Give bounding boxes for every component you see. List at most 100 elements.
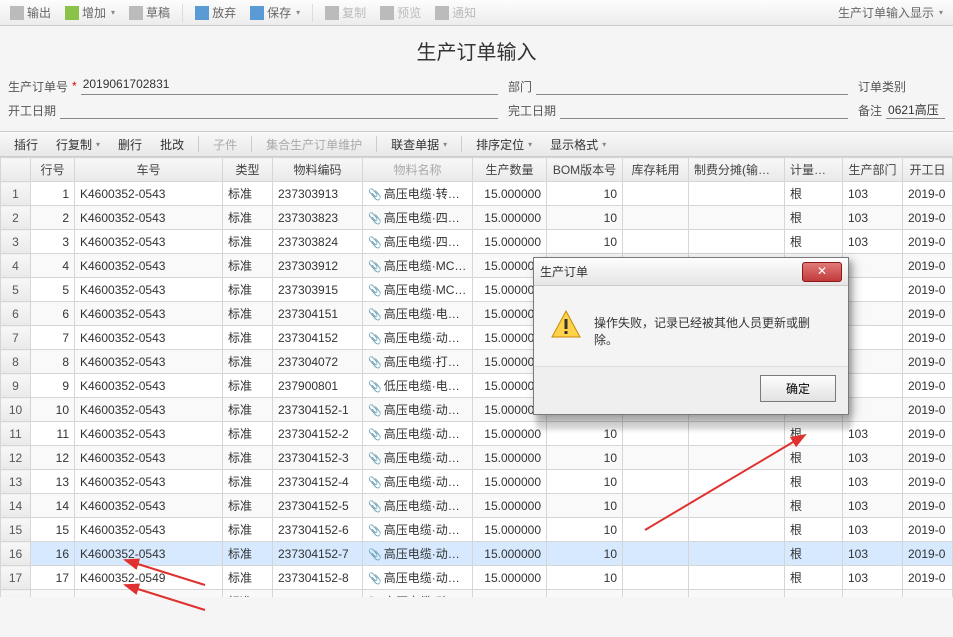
table-row[interactable]: 1212K4600352-0543标准237304152-3📎高压电缆·动力电…… — [1, 446, 953, 470]
col-mat-name[interactable]: 物料名称 — [363, 158, 473, 182]
cell-line[interactable]: 17 — [31, 566, 75, 590]
cell-cost[interactable] — [689, 542, 785, 566]
cell-mat-code[interactable] — [273, 590, 363, 598]
cell-line[interactable]: 4 — [31, 254, 75, 278]
cell-mat-code[interactable]: 237304072 — [273, 350, 363, 374]
cell-mat-code[interactable]: 237304152-1 — [273, 398, 363, 422]
cell-uom[interactable]: 根 — [785, 566, 843, 590]
copy-row-button[interactable]: 行复制▾ — [48, 134, 108, 155]
cell-type[interactable]: 标准 — [223, 494, 273, 518]
add-button[interactable]: 增加▾ — [59, 2, 121, 23]
cell-car[interactable]: K4600352-0543 — [75, 494, 223, 518]
cell-mat-name[interactable]: 📎高压电缆·电池高… — [363, 302, 473, 326]
cell-cost[interactable] — [689, 590, 785, 598]
col-type[interactable]: 类型 — [223, 158, 273, 182]
cell-qty[interactable]: 15.000000 — [473, 542, 547, 566]
cell-mat-name[interactable]: 📎高压电缆·打气泵… — [363, 350, 473, 374]
cell-start[interactable] — [903, 590, 953, 598]
notify-button[interactable]: 通知 — [429, 2, 482, 23]
cell-dept[interactable]: 103 — [843, 206, 903, 230]
cell-stock[interactable] — [623, 182, 689, 206]
cell-type[interactable]: 标准 — [223, 326, 273, 350]
cell-qty[interactable]: 15.000000 — [473, 182, 547, 206]
cell-dept[interactable]: 103 — [843, 542, 903, 566]
cell-car[interactable]: K4600352-0543 — [75, 518, 223, 542]
cell-mat-name[interactable]: 📎高压电缆·动力电… — [363, 494, 473, 518]
cell-cost[interactable] — [689, 230, 785, 254]
abandon-button[interactable]: 放弃 — [189, 2, 242, 23]
cell-start[interactable]: 2019-0 — [903, 494, 953, 518]
cell-start[interactable]: 2019-0 — [903, 470, 953, 494]
cell-stock[interactable] — [623, 446, 689, 470]
cell-mat-code[interactable]: 237304152-6 — [273, 518, 363, 542]
cell-stock[interactable] — [623, 206, 689, 230]
cell-mat-code[interactable]: 237303912 — [273, 254, 363, 278]
preview-button[interactable]: 预览 — [374, 2, 427, 23]
table-row[interactable]: 1616K4600352-0543标准237304152-7📎高压电缆·动力电…… — [1, 542, 953, 566]
cell-mat-name[interactable]: 📎高压电缆·动力电… — [363, 398, 473, 422]
cell-line[interactable]: 8 — [31, 350, 75, 374]
cell-mat-name[interactable]: 📎高压电缆·动力电… — [363, 446, 473, 470]
cell-line[interactable]: 2 — [31, 206, 75, 230]
cell-type[interactable]: 标准 — [223, 446, 273, 470]
cell-line[interactable]: 11 — [31, 422, 75, 446]
cell-cost[interactable] — [689, 206, 785, 230]
display-format-button[interactable]: 显示格式▾ — [542, 134, 614, 155]
draft-button[interactable]: 草稿 — [123, 2, 176, 23]
cell-car[interactable]: K4600352-0543 — [75, 206, 223, 230]
cell-mat-name[interactable]: 📎高压电缆·动力电… — [363, 542, 473, 566]
end-date-field[interactable] — [560, 101, 848, 119]
cell-bom[interactable] — [547, 590, 623, 598]
cell-start[interactable]: 2019-0 — [903, 254, 953, 278]
cell-mat-name[interactable]: 📎高压电缆·MCU正… — [363, 278, 473, 302]
batch-button[interactable]: 批改 — [152, 134, 192, 155]
cell-car[interactable]: K4600352-0543 — [75, 278, 223, 302]
cell-uom[interactable]: 根 — [785, 206, 843, 230]
display-mode-dropdown[interactable]: 生产订单输入显示▾ — [832, 2, 949, 23]
cell-bom[interactable]: 10 — [547, 446, 623, 470]
cell-mat-name[interactable]: 📎高压电缆·动力电… — [363, 422, 473, 446]
sort-button[interactable]: 排序定位▾ — [468, 134, 540, 155]
cell-start[interactable]: 2019-0 — [903, 206, 953, 230]
cell-dept[interactable] — [843, 590, 903, 598]
cell-cost[interactable] — [689, 518, 785, 542]
cell-type[interactable]: 标准 — [223, 278, 273, 302]
cell-car[interactable]: K4600352-0549 — [75, 566, 223, 590]
cell-type[interactable]: 标准 — [223, 302, 273, 326]
cell-bom[interactable]: 10 — [547, 230, 623, 254]
related-button[interactable]: 联查单据▾ — [383, 134, 455, 155]
cell-car[interactable]: K4600352-0543 — [75, 374, 223, 398]
cell-type[interactable]: 标准 — [223, 254, 273, 278]
cell-mat-code[interactable]: 237900801 — [273, 374, 363, 398]
cell-dept[interactable]: 103 — [843, 230, 903, 254]
cell-line[interactable]: 14 — [31, 494, 75, 518]
cell-type[interactable]: 标准 — [223, 542, 273, 566]
table-row[interactable]: 1313K4600352-0543标准237304152-4📎高压电缆·动力电…… — [1, 470, 953, 494]
table-row[interactable]: 1818标准📎高压电缆·动力电…15.000000 — [1, 590, 953, 598]
cell-qty[interactable]: 15.000000 — [473, 590, 547, 598]
cell-bom[interactable]: 10 — [547, 566, 623, 590]
cell-uom[interactable]: 根 — [785, 494, 843, 518]
cell-start[interactable]: 2019-0 — [903, 326, 953, 350]
col-car[interactable]: 车号 — [75, 158, 223, 182]
cell-type[interactable]: 标准 — [223, 374, 273, 398]
export-button[interactable]: 输出 — [4, 2, 57, 23]
cell-bom[interactable]: 10 — [547, 182, 623, 206]
cell-cost[interactable] — [689, 446, 785, 470]
cell-mat-name[interactable]: 📎高压电缆·动力电… — [363, 590, 473, 598]
cell-type[interactable]: 标准 — [223, 206, 273, 230]
cell-stock[interactable] — [623, 590, 689, 598]
cell-start[interactable]: 2019-0 — [903, 518, 953, 542]
cell-uom[interactable]: 根 — [785, 542, 843, 566]
insert-row-button[interactable]: 插行 — [6, 134, 46, 155]
cell-car[interactable]: K4600352-0543 — [75, 422, 223, 446]
cell-mat-code[interactable]: 237303915 — [273, 278, 363, 302]
child-button[interactable]: 子件 — [205, 134, 245, 155]
cell-start[interactable]: 2019-0 — [903, 278, 953, 302]
cell-car[interactable]: K4600352-0543 — [75, 182, 223, 206]
cell-cost[interactable] — [689, 566, 785, 590]
cell-uom[interactable]: 根 — [785, 182, 843, 206]
cell-start[interactable]: 2019-0 — [903, 302, 953, 326]
cell-mat-code[interactable]: 237304152-5 — [273, 494, 363, 518]
cell-qty[interactable]: 15.000000 — [473, 470, 547, 494]
